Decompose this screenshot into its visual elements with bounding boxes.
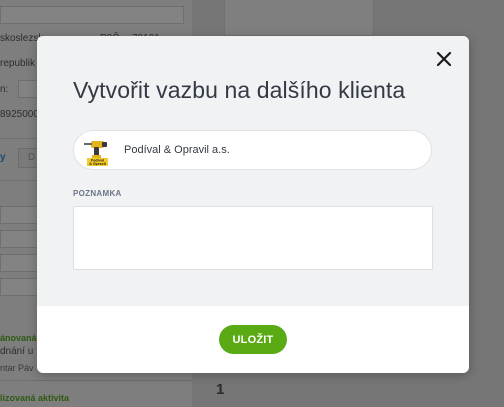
background-card <box>224 0 374 36</box>
dialog-title: Vytvořit vazbu na dalšího klienta <box>73 77 406 103</box>
client-name: Podíval & Opravil a.s. <box>124 144 230 156</box>
drill-logo-icon: Podíval & Opravil <box>82 134 112 167</box>
client-select[interactable]: Podíval & Opravil Podíval & Opravil a.s. <box>73 130 432 170</box>
note-label: POZNAMKA <box>73 189 122 198</box>
background-tab-label: D <box>28 152 36 163</box>
background-tab-label: y <box>0 152 6 163</box>
svg-text:& Opravil: & Opravil <box>89 162 106 166</box>
background-text: dnání u <box>0 346 34 357</box>
background-text: republik <box>0 58 36 69</box>
background-text: 8925000 <box>0 109 39 120</box>
background-text: ánovaná <box>0 333 37 343</box>
background-input <box>18 80 38 98</box>
background-input <box>0 6 184 24</box>
close-icon[interactable] <box>435 50 453 68</box>
background-text: lizovaná aktivita <box>0 393 70 403</box>
background-text: n: <box>0 84 9 95</box>
divider <box>0 380 192 381</box>
save-button[interactable]: ULOŽIT <box>219 325 287 354</box>
background-count: 1 <box>216 381 225 398</box>
link-client-dialog: Vytvořit vazbu na dalšího klienta Podíva… <box>37 36 469 373</box>
background-text: ntar Páv <box>0 363 34 373</box>
note-textarea[interactable] <box>73 206 433 270</box>
